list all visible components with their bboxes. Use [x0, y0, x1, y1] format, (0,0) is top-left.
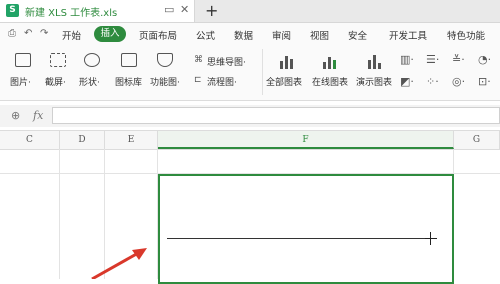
- red-arrow-annotation: [91, 248, 147, 279]
